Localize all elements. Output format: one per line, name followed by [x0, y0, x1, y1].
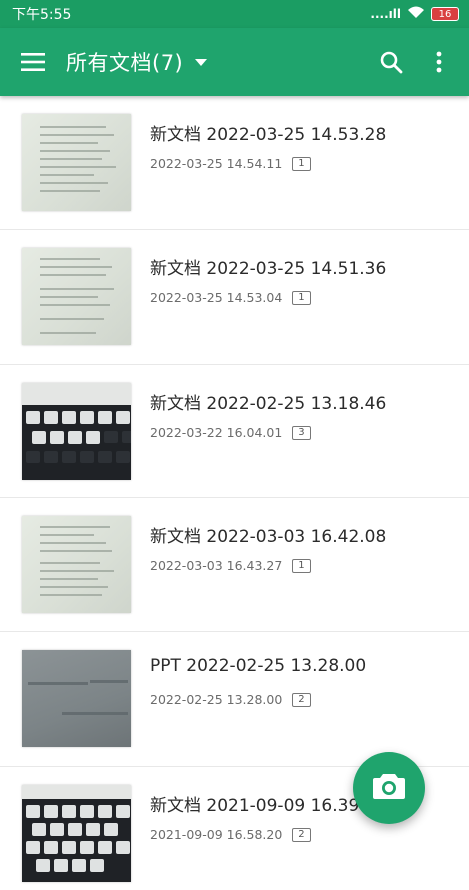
document-row[interactable]: 新文档 2022-02-25 13.18.46 2022-03-22 16.04…: [0, 365, 469, 498]
document-thumbnail: [22, 383, 131, 480]
document-thumbnail: [22, 650, 131, 747]
document-meta: 2022-03-25 14.54.11 1: [150, 156, 311, 171]
document-row[interactable]: 新文档 2022-03-25 14.53.28 2022-03-25 14.54…: [0, 96, 469, 230]
document-meta: 2022-03-22 16.04.01 3: [150, 425, 311, 440]
document-title: 新文档 2022-03-25 14.51.36: [150, 259, 387, 279]
status-bar: 下午5:55 ....ıll 16: [0, 0, 469, 28]
document-thumbnail: [22, 114, 131, 211]
document-title: 新文档 2022-02-25 13.18.46: [150, 394, 387, 414]
status-time: 下午5:55: [12, 7, 72, 23]
document-date: 2022-02-25 13.28.00: [150, 692, 283, 707]
document-date: 2022-03-22 16.04.01: [150, 425, 283, 440]
document-meta: 2022-02-25 13.28.00 2: [150, 692, 311, 707]
page-count-badge: 2: [292, 827, 311, 842]
page-count-badge: 1: [292, 290, 311, 305]
battery-icon: 16: [431, 7, 459, 21]
document-date: 2022-03-25 14.53.04: [150, 290, 283, 305]
page-count-badge: 1: [292, 156, 311, 171]
document-title: PPT 2022-02-25 13.28.00: [150, 656, 367, 676]
document-row[interactable]: 新文档 2022-03-25 14.51.36 2022-03-25 14.53…: [0, 230, 469, 365]
document-row[interactable]: PPT 2022-02-25 13.28.00 2022-02-25 13.28…: [0, 632, 469, 767]
document-title: 新文档 2022-03-03 16.42.08: [150, 527, 387, 547]
caret-down-icon: [195, 58, 208, 66]
document-meta: 2022-03-03 16.43.27 1: [150, 558, 311, 573]
hamburger-menu-icon[interactable]: [18, 47, 48, 77]
signal-icon: ....ıll: [370, 7, 401, 21]
app-bar: 所有文档(7): [0, 28, 469, 96]
document-thumbnail: [22, 785, 131, 882]
page-count-badge: 2: [292, 692, 311, 707]
folder-selector[interactable]: 所有文档(7): [66, 47, 373, 77]
more-vertical-icon[interactable]: [421, 44, 457, 80]
camera-fab-button[interactable]: [353, 752, 425, 824]
document-date: 2021-09-09 16.58.20: [150, 827, 283, 842]
document-title: 新文档 2022-03-25 14.53.28: [150, 125, 387, 145]
status-icons: ....ıll 16: [370, 5, 459, 23]
camera-icon: [372, 772, 406, 804]
page-count-badge: 1: [292, 558, 311, 573]
page-count-badge: 3: [292, 425, 311, 440]
document-row[interactable]: 新文档 2022-03-03 16.42.08 2022-03-03 16.43…: [0, 498, 469, 632]
search-icon[interactable]: [373, 44, 409, 80]
document-date: 2022-03-03 16.43.27: [150, 558, 283, 573]
document-date: 2022-03-25 14.54.11: [150, 156, 283, 171]
document-thumbnail: [22, 248, 131, 345]
document-title: 新文档 2021-09-09 16.39: [150, 796, 360, 816]
document-thumbnail: [22, 516, 131, 613]
app-title: 所有文档(7): [66, 51, 184, 75]
wifi-icon: [407, 5, 425, 23]
document-meta: 2021-09-09 16.58.20 2: [150, 827, 311, 842]
document-meta: 2022-03-25 14.53.04 1: [150, 290, 311, 305]
